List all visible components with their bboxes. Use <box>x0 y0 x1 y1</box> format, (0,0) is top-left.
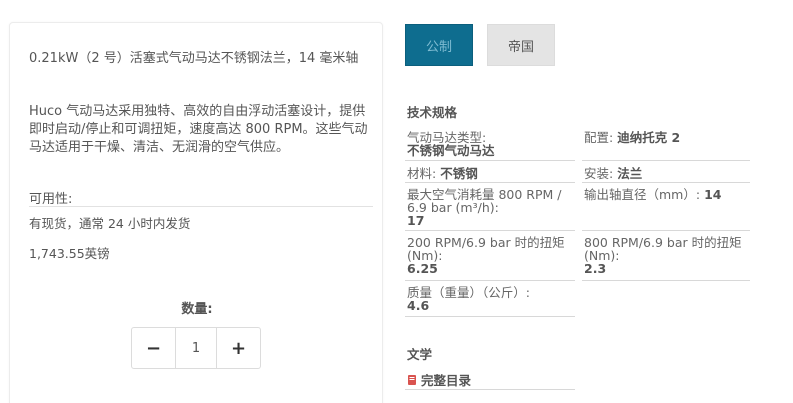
divider <box>582 160 750 161</box>
spec-shaft-diameter: 输出轴直径（mm）: 14 <box>584 188 749 201</box>
divider <box>582 182 750 183</box>
product-title: 0.21kW（2 号）活塞式气动马达不锈钢法兰，14 毫米轴 <box>29 51 359 66</box>
spec-value: 4.6 <box>407 298 430 313</box>
quantity-input[interactable]: 1 <box>175 328 217 368</box>
spec-value: 14 <box>704 187 722 202</box>
full-catalog-link[interactable]: 完整目录 <box>407 370 471 389</box>
spec-air-consumption: 最大空气消耗量 800 RPM / 6.9 bar (m³/h): 17 <box>407 188 572 227</box>
spec-value: 法兰 <box>617 166 643 181</box>
quantity-label: 数量: <box>181 302 213 317</box>
spec-motor-type: 气动马达类型: 不锈钢气动马达 <box>407 131 572 157</box>
spec-label: 材料: <box>407 166 437 181</box>
book-icon <box>407 374 417 386</box>
divider <box>29 206 373 207</box>
availability-label: 可用性: <box>29 192 73 207</box>
divider <box>582 230 750 231</box>
imperial-units-button[interactable]: 帝国 <box>487 24 555 66</box>
spec-value: 不锈钢 <box>440 166 478 181</box>
specs-section-title: 技术规格 <box>407 105 458 120</box>
spec-install: 安装: 法兰 <box>584 167 749 180</box>
spec-label: 200 RPM/6.9 bar 时的扭矩 (Nm): <box>407 235 565 263</box>
divider <box>405 182 575 183</box>
spec-mass: 质量（重量）（公斤）: 4.6 <box>407 286 572 312</box>
spec-value: 不锈钢气动马达 <box>407 143 495 158</box>
price: 1,743.55英镑 <box>29 246 110 261</box>
divider <box>405 160 575 161</box>
product-description: Huco 气动马达采用独特、高效的自由浮动活塞设计，提供即时启动/停止和可调扭矩… <box>29 104 368 155</box>
decrement-button[interactable]: − <box>132 328 175 368</box>
catalog-link-label: 完整目录 <box>421 373 472 388</box>
spec-material: 材料: 不锈钢 <box>407 167 572 180</box>
spec-label: 配置: <box>584 130 614 145</box>
spec-value: 17 <box>407 213 425 228</box>
quantity-stepper: − 1 + <box>131 327 261 369</box>
divider <box>405 230 575 231</box>
spec-label: 质量（重量）（公斤）: <box>407 285 530 300</box>
spec-label: 800 RPM/6.9 bar 时的扭矩 (Nm): <box>584 235 742 263</box>
product-card: 0.21kW（2 号）活塞式气动马达不锈钢法兰，14 毫米轴 Huco 气动马达… <box>9 22 383 403</box>
metric-units-button[interactable]: 公制 <box>405 24 473 66</box>
spec-config: 配置: 迪纳托克 2 <box>584 131 749 144</box>
spec-label: 最大空气消耗量 800 RPM / 6.9 bar (m³/h): <box>407 187 562 215</box>
divider <box>582 280 750 281</box>
spec-label: 安装: <box>584 166 614 181</box>
availability-value: 有现货，通常 24 小时内发货 <box>29 216 191 231</box>
spec-value: 迪纳托克 2 <box>617 130 681 145</box>
spec-torque-200: 200 RPM/6.9 bar 时的扭矩 (Nm): 6.25 <box>407 236 572 275</box>
divider <box>405 316 575 317</box>
divider <box>405 280 575 281</box>
spec-torque-800: 800 RPM/6.9 bar 时的扭矩 (Nm): 2.3 <box>584 236 749 275</box>
spec-value: 2.3 <box>584 261 607 276</box>
spec-value: 6.25 <box>407 261 438 276</box>
literature-section-title: 文学 <box>407 347 433 362</box>
divider <box>405 389 575 390</box>
spec-label: 输出轴直径（mm）: <box>584 187 701 202</box>
increment-button[interactable]: + <box>217 328 260 368</box>
